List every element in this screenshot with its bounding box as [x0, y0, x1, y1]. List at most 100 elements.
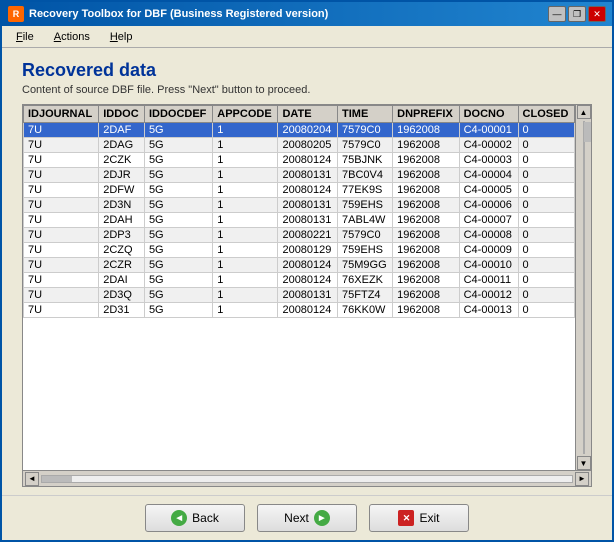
- table-row[interactable]: 7U2DAI5G12008012476XEZK1962008C4-000110: [24, 273, 575, 288]
- horizontal-scrollbar[interactable]: ◄ ►: [23, 470, 591, 486]
- vertical-scrollbar[interactable]: ▲ ▼: [575, 105, 591, 470]
- cell-date: 20080124: [278, 153, 338, 168]
- cell-iddoc: 2CZK: [99, 153, 145, 168]
- next-button[interactable]: Next ►: [257, 504, 357, 532]
- cell-date: 20080131: [278, 168, 338, 183]
- cell-closed: 0: [518, 138, 574, 153]
- exit-icon: ✕: [398, 510, 414, 526]
- h-scroll-thumb: [42, 476, 72, 482]
- cell-dnprefix: 1962008: [393, 198, 459, 213]
- menu-help[interactable]: Help: [104, 29, 139, 45]
- cell-iddoc: 2DFW: [99, 183, 145, 198]
- scroll-up-arrow[interactable]: ▲: [577, 105, 591, 119]
- exit-label: Exit: [419, 511, 439, 525]
- cell-iddocdef: 5G: [144, 288, 212, 303]
- cell-iddoc: 2DAF: [99, 123, 145, 138]
- cell-iddoc: 2DJR: [99, 168, 145, 183]
- table-row[interactable]: 7U2DAH5G1200801317ABL4W1962008C4-000070: [24, 213, 575, 228]
- cell-dnprefix: 1962008: [393, 213, 459, 228]
- minimize-button[interactable]: —: [548, 6, 566, 22]
- cell-iddocdef: 5G: [144, 198, 212, 213]
- app-icon: R: [8, 6, 24, 22]
- back-label: Back: [192, 511, 219, 525]
- table-row[interactable]: 7U2DFW5G12008012477EK9S1962008C4-000050: [24, 183, 575, 198]
- cell-time: 7ABL4W: [338, 213, 393, 228]
- cell-docno: C4-00007: [459, 213, 518, 228]
- cell-docno: C4-00002: [459, 138, 518, 153]
- cell-time: 76KK0W: [338, 303, 393, 318]
- window-title: Recovery Toolbox for DBF (Business Regis…: [29, 8, 328, 20]
- next-label: Next: [284, 511, 309, 525]
- cell-appcode: 1: [213, 303, 278, 318]
- cell-time: 75M9GG: [338, 258, 393, 273]
- cell-idjournal: 7U: [24, 153, 99, 168]
- menu-bar: File Actions Help: [2, 26, 612, 48]
- table-row[interactable]: 7U2CZR5G12008012475M9GG1962008C4-000100: [24, 258, 575, 273]
- cell-idjournal: 7U: [24, 273, 99, 288]
- table-row[interactable]: 7U2DJR5G1200801317BC0V41962008C4-000040: [24, 168, 575, 183]
- col-header-docno: DOCNO: [459, 106, 518, 123]
- table-row[interactable]: 7U2CZQ5G120080129759EHS1962008C4-000090: [24, 243, 575, 258]
- cell-idjournal: 7U: [24, 123, 99, 138]
- table-body: 7U2DAF5G1200802047579C01962008C4-0000107…: [24, 123, 575, 318]
- cell-iddoc: 2DAI: [99, 273, 145, 288]
- back-button[interactable]: ◄ Back: [145, 504, 245, 532]
- cell-date: 20080221: [278, 228, 338, 243]
- table-row[interactable]: 7U2DAF5G1200802047579C01962008C4-000010: [24, 123, 575, 138]
- cell-dnprefix: 1962008: [393, 273, 459, 288]
- col-header-idjournal: IDJOURNAL: [24, 106, 99, 123]
- cell-closed: 0: [518, 288, 574, 303]
- cell-iddoc: 2D3N: [99, 198, 145, 213]
- h-scroll-track[interactable]: [41, 475, 573, 483]
- table-row[interactable]: 7U2DP35G1200802217579C01962008C4-000080: [24, 228, 575, 243]
- cell-iddoc: 2DP3: [99, 228, 145, 243]
- scroll-right-arrow[interactable]: ►: [575, 472, 589, 486]
- table-row[interactable]: 7U2DAG5G1200802057579C01962008C4-000020: [24, 138, 575, 153]
- table-row[interactable]: 7U2D3N5G120080131759EHS1962008C4-000060: [24, 198, 575, 213]
- cell-docno: C4-00008: [459, 228, 518, 243]
- cell-docno: C4-00006: [459, 198, 518, 213]
- data-table-container: IDJOURNALIDDOCIDDOCDEFAPPCODEDATETIMEDNP…: [22, 104, 592, 487]
- scroll-down-arrow[interactable]: ▼: [577, 456, 591, 470]
- cell-idjournal: 7U: [24, 213, 99, 228]
- cell-iddocdef: 5G: [144, 168, 212, 183]
- table-scroll[interactable]: IDJOURNALIDDOCIDDOCDEFAPPCODEDATETIMEDNP…: [23, 105, 575, 470]
- restore-button[interactable]: ❐: [568, 6, 586, 22]
- table-row[interactable]: 7U2D315G12008012476KK0W1962008C4-000130: [24, 303, 575, 318]
- exit-button[interactable]: ✕ Exit: [369, 504, 469, 532]
- cell-date: 20080129: [278, 243, 338, 258]
- cell-dnprefix: 1962008: [393, 183, 459, 198]
- cell-date: 20080124: [278, 183, 338, 198]
- cell-dnprefix: 1962008: [393, 303, 459, 318]
- cell-iddoc: 2D3Q: [99, 288, 145, 303]
- cell-iddoc: 2D31: [99, 303, 145, 318]
- col-header-closed: CLOSED: [518, 106, 574, 123]
- page-subtitle: Content of source DBF file. Press "Next"…: [22, 84, 592, 96]
- cell-appcode: 1: [213, 228, 278, 243]
- cell-iddocdef: 5G: [144, 213, 212, 228]
- cell-appcode: 1: [213, 123, 278, 138]
- title-controls: — ❐ ✕: [548, 6, 606, 22]
- close-button[interactable]: ✕: [588, 6, 606, 22]
- back-icon: ◄: [171, 510, 187, 526]
- col-header-dnprefix: DNPREFIX: [393, 106, 459, 123]
- cell-docno: C4-00011: [459, 273, 518, 288]
- next-icon: ►: [314, 510, 330, 526]
- cell-date: 20080204: [278, 123, 338, 138]
- table-row[interactable]: 7U2D3Q5G12008013175FTZ41962008C4-000120: [24, 288, 575, 303]
- cell-appcode: 1: [213, 243, 278, 258]
- cell-appcode: 1: [213, 153, 278, 168]
- scroll-left-arrow[interactable]: ◄: [25, 472, 39, 486]
- cell-idjournal: 7U: [24, 228, 99, 243]
- cell-iddoc: 2CZR: [99, 258, 145, 273]
- cell-docno: C4-00009: [459, 243, 518, 258]
- cell-iddocdef: 5G: [144, 123, 212, 138]
- page-title: Recovered data: [22, 60, 592, 81]
- cell-idjournal: 7U: [24, 168, 99, 183]
- cell-idjournal: 7U: [24, 288, 99, 303]
- cell-dnprefix: 1962008: [393, 258, 459, 273]
- cell-dnprefix: 1962008: [393, 288, 459, 303]
- menu-file[interactable]: File: [10, 29, 40, 45]
- menu-actions[interactable]: Actions: [48, 29, 96, 45]
- table-row[interactable]: 7U2CZK5G12008012475BJNK1962008C4-000030: [24, 153, 575, 168]
